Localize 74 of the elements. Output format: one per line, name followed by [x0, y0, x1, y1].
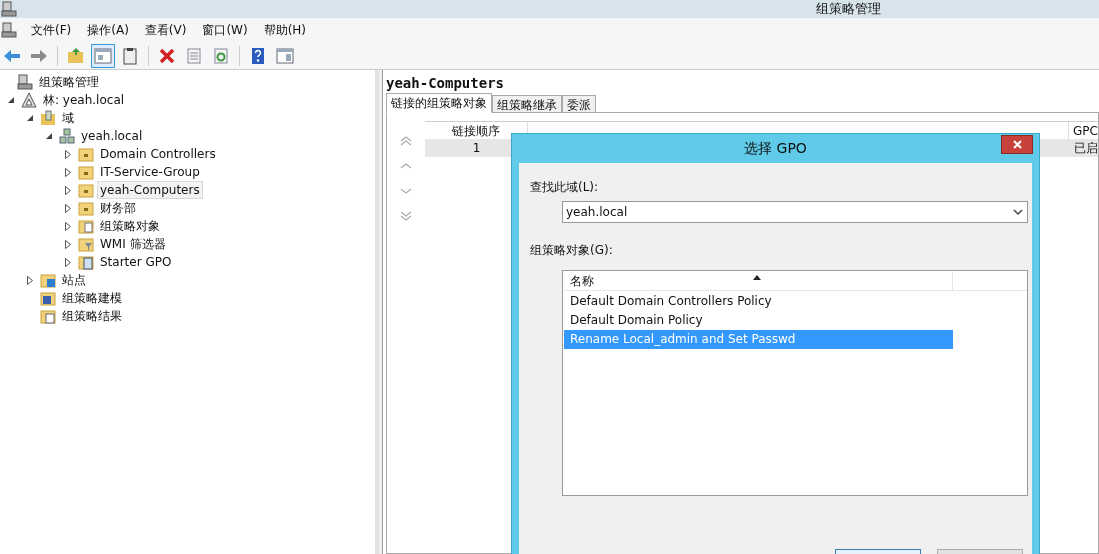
- collapse-icon[interactable]: [26, 114, 34, 122]
- tree-item[interactable]: 组策略管理: [36, 73, 102, 91]
- folder-icon: [78, 254, 94, 270]
- tab[interactable]: 链接的组策略对象: [386, 93, 492, 113]
- menu-item[interactable]: 操作(A): [79, 21, 137, 39]
- tree-item[interactable]: yeah-Computers: [97, 181, 203, 199]
- properties-icon: [185, 46, 203, 65]
- expand-icon[interactable]: [65, 149, 71, 159]
- console-icon: [17, 74, 33, 90]
- tab[interactable]: 委派: [562, 95, 596, 113]
- details-title: yeah-Computers: [386, 75, 505, 92]
- expand-icon[interactable]: [65, 167, 71, 177]
- tree-item[interactable]: 组策略建模: [59, 289, 125, 307]
- pane-icon: [276, 46, 294, 65]
- console-icon: [1, 22, 17, 38]
- results-icon: [40, 308, 56, 324]
- folder-icon: [67, 46, 85, 65]
- dialog-title: 选择 GPO: [744, 139, 807, 158]
- console-icon: [1, 1, 17, 17]
- domain-dropdown[interactable]: yeah.local: [562, 201, 1028, 223]
- folder-icon: [40, 272, 56, 288]
- folder-icon: [78, 200, 94, 216]
- expand-icon[interactable]: [65, 239, 71, 249]
- field-label: 查找此域(L):: [530, 179, 600, 196]
- tree-item[interactable]: Starter GPO: [97, 253, 175, 271]
- list-item[interactable]: Default Domain Controllers Policy: [564, 292, 953, 311]
- tree-item[interactable]: 林: yeah.local: [40, 91, 128, 109]
- window-title: 组策略管理: [816, 0, 881, 18]
- help-icon: [249, 46, 267, 65]
- delete-icon: [158, 46, 176, 65]
- tree-item[interactable]: 组策略对象: [97, 217, 163, 235]
- folder-icon: [78, 182, 94, 198]
- field-label: 组策略对象(G):: [530, 242, 614, 259]
- gpo-list[interactable]: 名称 Default Domain Controllers Policy Default Domain Policy Rename Local_admin and Set Passwd: [562, 270, 1028, 496]
- table-cell-text: 已启: [1073, 140, 1098, 157]
- folder-icon: [78, 146, 94, 162]
- triangle-icon: [21, 92, 37, 108]
- tree-item[interactable]: yeah.local: [78, 127, 146, 145]
- list-item[interactable]: Default Domain Policy: [564, 311, 953, 330]
- close-icon: [1012, 140, 1022, 149]
- modeling-icon: [40, 290, 56, 306]
- menu-item[interactable]: 帮助(H): [255, 21, 315, 39]
- folder-icon: [78, 218, 94, 234]
- collapse-icon[interactable]: [45, 132, 53, 140]
- network-icon: [59, 128, 75, 144]
- menu-item[interactable]: 窗口(W): [194, 21, 256, 39]
- table-cell-text: 1: [471, 140, 482, 157]
- menu-item[interactable]: 查看(V): [136, 21, 195, 39]
- tree-item[interactable]: 组策略结果: [59, 307, 125, 325]
- tree-item[interactable]: WMI 筛选器: [97, 235, 169, 253]
- folder-icon: [78, 236, 94, 252]
- menu-item[interactable]: 文件(F): [23, 21, 80, 39]
- collapse-icon[interactable]: [7, 96, 15, 104]
- tree-item[interactable]: 域: [59, 109, 77, 127]
- tree-item[interactable]: 财务部: [97, 199, 139, 217]
- column-header[interactable]: GPC: [1069, 122, 1098, 139]
- tree-item[interactable]: Domain Controllers: [97, 145, 219, 163]
- tab[interactable]: 组策略继承: [492, 95, 562, 113]
- tree-item[interactable]: IT-Service-Group: [97, 163, 203, 181]
- expand-icon[interactable]: [27, 275, 33, 285]
- sort-up-icon: [753, 275, 761, 280]
- expand-icon[interactable]: [65, 257, 71, 267]
- expand-icon[interactable]: [65, 203, 71, 213]
- expand-icon[interactable]: [65, 185, 71, 195]
- clipboard-icon: [121, 46, 139, 65]
- folder-icon: [40, 110, 56, 126]
- folder-icon: [78, 164, 94, 180]
- column-header[interactable]: 名称: [564, 272, 953, 290]
- expand-icon[interactable]: [65, 221, 71, 231]
- refresh-icon: [212, 46, 230, 65]
- close-button[interactable]: [1001, 135, 1033, 154]
- tree-item[interactable]: 站点: [59, 271, 89, 289]
- pane-icon: [94, 46, 112, 65]
- chevron-down-icon: [1013, 208, 1023, 216]
